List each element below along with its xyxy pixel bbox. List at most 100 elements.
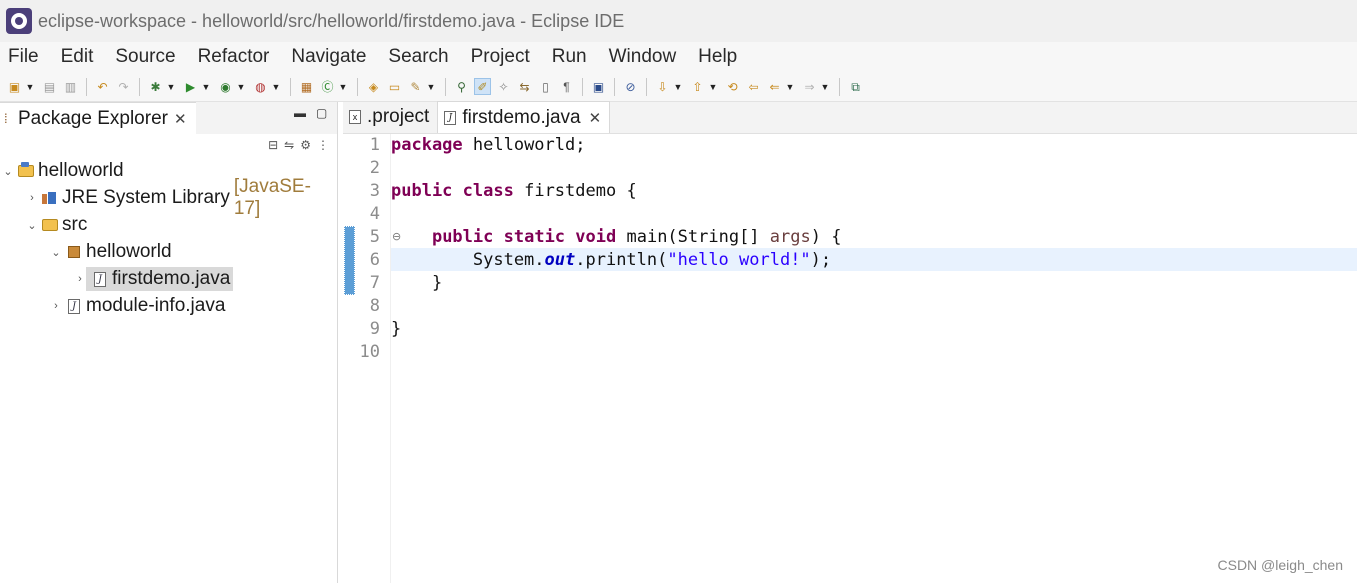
debug-dropdown-icon[interactable]: ▼ [166,78,176,95]
forward-icon[interactable]: ⇒ [801,78,818,95]
link-with-editor-icon[interactable]: ⇋ [284,138,294,152]
menu-project[interactable]: Project [471,46,530,68]
save-icon[interactable]: ▤ [41,78,58,95]
back-dropdown-icon[interactable]: ▼ [785,78,795,95]
minimize-icon[interactable]: ▬ [294,106,306,120]
toolbar-separator [614,77,615,96]
keyword-token: public [391,181,453,201]
filters-icon[interactable]: ⚙ [300,138,311,152]
open-type-icon[interactable]: ◈ [365,78,382,95]
open-folder-icon[interactable]: ▭ [386,78,403,95]
maximize-icon[interactable]: ▢ [316,106,327,120]
block-selection-icon[interactable]: ✧ [495,78,512,95]
previous-annotation-icon[interactable]: ⇧ [689,78,706,95]
chevron-down-icon[interactable]: ⌄ [26,219,38,232]
coverage-dropdown-icon[interactable]: ▼ [236,78,246,95]
new-icon[interactable]: ▣ [6,78,23,95]
tree-item-jre-library[interactable]: › JRE System Library [JavaSE-17] [26,176,337,219]
skip-breakpoints-icon[interactable]: ⊘ [622,78,639,95]
source-folder-icon [42,217,58,233]
menu-refactor[interactable]: Refactor [198,46,270,68]
search-icon[interactable]: ✎ [407,78,424,95]
debug-icon[interactable]: ✱ [147,78,164,95]
menu-source[interactable]: Source [115,46,175,68]
next-annotation-icon[interactable]: ⇩ [654,78,671,95]
line-number: 9 [369,319,380,339]
toolbar-separator [290,77,291,96]
toolbar-separator [445,77,446,96]
run-icon[interactable]: ▶ [182,78,199,95]
external-tools-icon[interactable]: ◍ [252,78,269,95]
back-history-icon[interactable]: ⇦ [745,78,762,95]
change-marker [344,226,355,295]
show-source-icon[interactable]: ▯ [537,78,554,95]
code-token: firstdemo { [513,181,637,201]
menu-navigate[interactable]: Navigate [291,46,366,68]
new-java-class-icon[interactable]: Ⓒ [319,78,336,95]
new-java-package-icon[interactable]: ▦ [298,78,315,95]
menu-run[interactable]: Run [552,46,587,68]
main-toolbar: ▣ ▼ ▤ ▥ ↶ ↷ ✱ ▼ ▶ ▼ ◉ ▼ ◍ ▼ ▦ Ⓒ ▼ ◈ ▭ ✎ … [0,72,1357,102]
menu-search[interactable]: Search [388,46,448,68]
library-icon [41,190,58,206]
menu-window[interactable]: Window [609,46,677,68]
previous-annotation-dropdown-icon[interactable]: ▼ [708,78,718,95]
chevron-right-icon[interactable]: › [74,273,86,285]
tree-item-module-info[interactable]: › J module-info.java [50,293,225,319]
forward-dropdown-icon[interactable]: ▼ [820,78,830,95]
save-all-icon[interactable]: ▥ [62,78,79,95]
back-icon[interactable]: ⇐ [766,78,783,95]
show-whitespace-icon[interactable]: ¶ [558,78,575,95]
next-annotation-dropdown-icon[interactable]: ▼ [673,78,683,95]
menu-file[interactable]: File [8,46,39,68]
toolbar-separator [646,77,647,96]
undo-icon[interactable]: ↶ [94,78,111,95]
code-line: System.out.println("hello world!"); [391,250,831,270]
jre-library-label: JRE System Library [61,187,230,208]
tree-item-src[interactable]: ⌄ src [26,212,87,238]
line-number: 1 [369,135,380,155]
mark-occurrences-icon[interactable]: ✐ [474,78,491,95]
tab-firstdemo[interactable]: J firstdemo.java ✕ [437,101,611,133]
toolbar-separator [86,77,87,96]
last-edit-location-icon[interactable]: ⟲ [724,78,741,95]
parameter-token: args [769,227,811,247]
new-dropdown-icon[interactable]: ▼ [25,78,35,95]
toolbar-separator [139,77,140,96]
chevron-down-icon[interactable]: ⌄ [50,246,62,259]
java-file-icon: J [66,298,82,314]
code-line: } [391,273,443,293]
tab-project-file[interactable]: x .project [343,101,437,133]
keyword-token: static [503,227,566,247]
view-menu-icon[interactable]: ⋮ [317,138,329,152]
chevron-down-icon[interactable]: ⌄ [2,165,14,178]
toolbar-separator [582,77,583,96]
search-dropdown-icon[interactable]: ▼ [426,78,436,95]
redo-icon[interactable]: ↷ [115,78,132,95]
run-dropdown-icon[interactable]: ▼ [201,78,211,95]
code-editor[interactable]: 1 2 3 4 5 ⊖ 6 7 8 9 10 package helloworl… [343,134,1357,583]
toggle-breadcrumb-icon[interactable]: ⚲ [453,78,470,95]
tree-item-project[interactable]: ⌄ helloworld [2,158,123,184]
package-explorer-tabbar: ⁞ Package Explorer ✕ ▬ ▢ [0,102,337,134]
close-icon[interactable]: ✕ [174,110,187,128]
coverage-icon[interactable]: ◉ [217,78,234,95]
open-perspective-icon[interactable]: ⧉ [847,78,864,95]
package-explorer-toolbar: ⊟ ⇋ ⚙ ⋮ [0,134,337,156]
word-wrap-icon[interactable]: ⇆ [516,78,533,95]
console-icon[interactable]: ▣ [590,78,607,95]
tree-item-package[interactable]: ⌄ helloworld [50,239,171,265]
package-explorer-tab[interactable]: ⁞ Package Explorer ✕ [0,102,196,134]
collapse-all-icon[interactable]: ⊟ [268,138,278,152]
line-number: 3 [369,181,380,201]
chevron-right-icon[interactable]: › [26,192,38,204]
chevron-right-icon[interactable]: › [50,300,62,312]
close-icon[interactable]: ✕ [589,109,602,127]
external-tools-dropdown-icon[interactable]: ▼ [271,78,281,95]
menu-help[interactable]: Help [698,46,737,68]
tree-item-firstdemo[interactable]: › J firstdemo.java [74,266,234,292]
new-class-dropdown-icon[interactable]: ▼ [338,78,348,95]
code-line: public class firstdemo { [391,181,637,201]
menu-edit[interactable]: Edit [61,46,94,68]
code-line: package helloworld; [391,135,585,155]
